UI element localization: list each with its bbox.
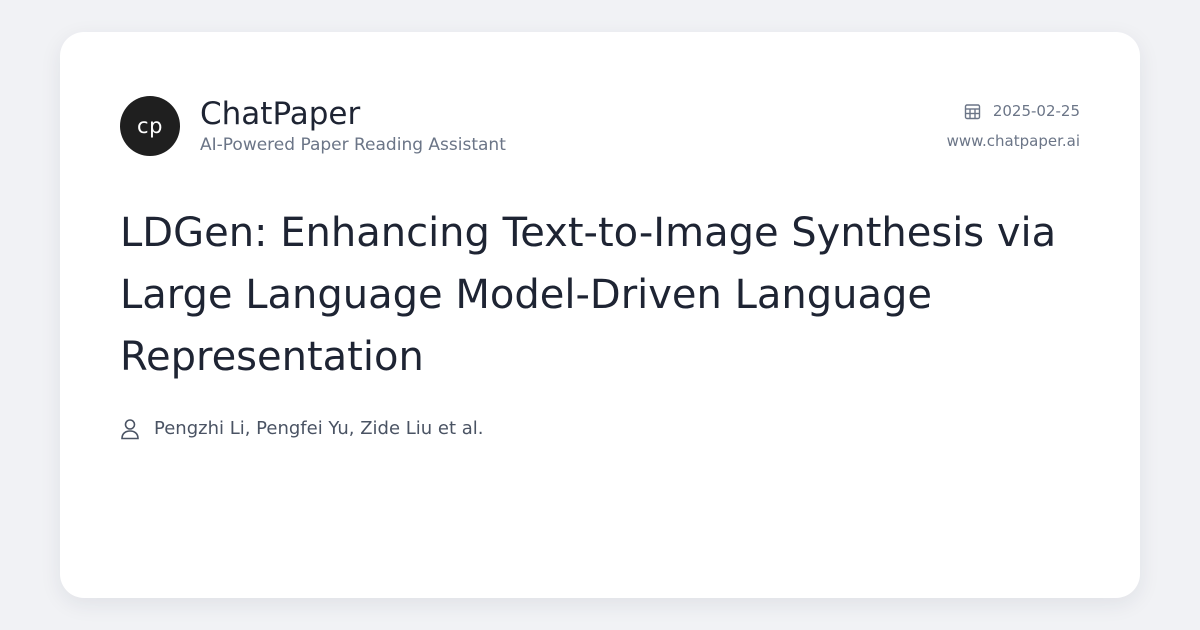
brand-text: ChatPaper AI-Powered Paper Reading Assis… (200, 96, 506, 156)
calendar-icon (964, 103, 981, 119)
share-card: cp ChatPaper AI-Powered Paper Reading As… (60, 32, 1140, 598)
publish-date: 2025-02-25 (992, 102, 1080, 120)
date-row: 2025-02-25 (964, 100, 1080, 122)
brand-logo-text: cp (137, 114, 163, 138)
paper-authors: Pengzhi Li, Pengfei Yu, Zide Liu et al. (154, 418, 484, 439)
site-url: www.chatpaper.ai (946, 132, 1080, 150)
brand-name: ChatPaper (200, 96, 361, 132)
brand-logo: cp (120, 96, 180, 156)
paper-title: LDGen: Enhancing Text-to-Image Synthesis… (120, 210, 1057, 380)
brand-tagline: AI-Powered Paper Reading Assistant (200, 135, 506, 155)
user-icon (121, 419, 139, 440)
authors-row: Pengzhi Li, Pengfei Yu, Zide Liu et al. (120, 416, 484, 442)
meta-info: 2025-02-25 www.chatpaper.ai (947, 100, 1080, 152)
brand-header: cp ChatPaper AI-Powered Paper Reading As… (120, 96, 506, 156)
